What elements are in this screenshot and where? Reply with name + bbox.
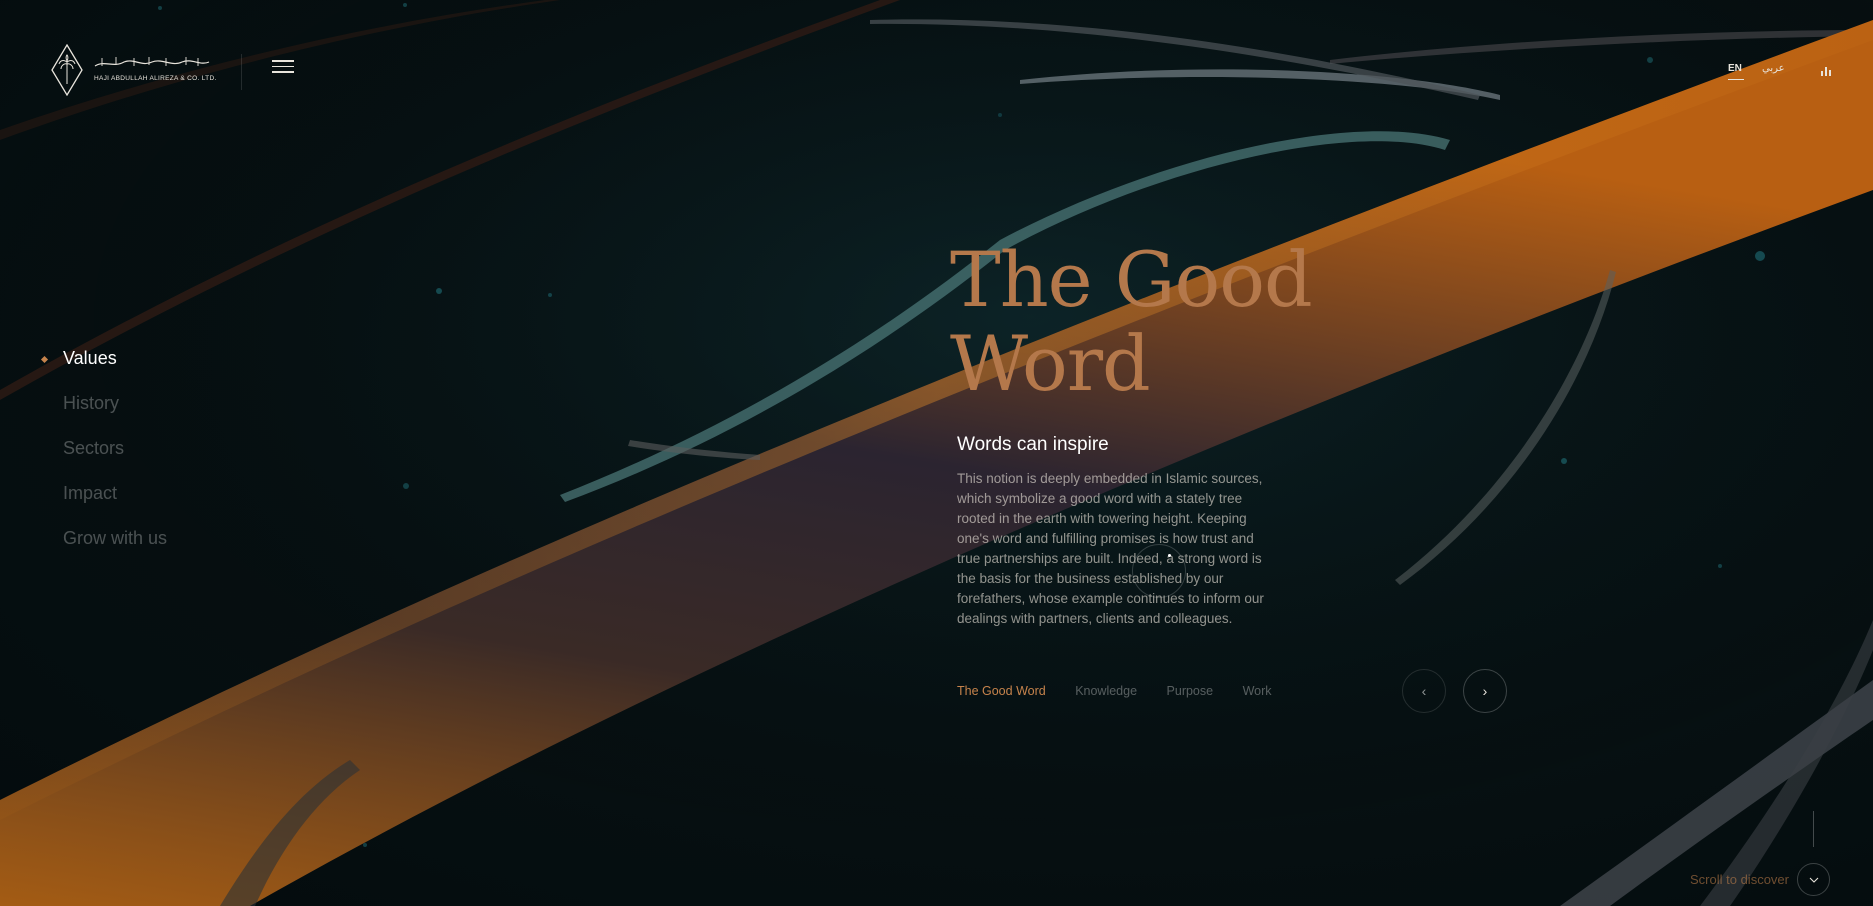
- slide-tab-work[interactable]: Work: [1243, 684, 1272, 698]
- side-nav-label: Grow with us: [63, 528, 168, 548]
- side-nav-label: Values: [63, 348, 117, 368]
- slide-title-line-2: Word: [950, 319, 1151, 408]
- side-nav-label: History: [63, 393, 120, 413]
- chevron-right-icon: ›: [1482, 683, 1488, 699]
- chevron-left-icon: ‹: [1421, 683, 1427, 699]
- slide-body-text: This notion is deeply embedded in Islami…: [957, 471, 1264, 626]
- side-nav-item-impact[interactable]: Impact: [40, 483, 167, 528]
- active-diamond-icon: [40, 355, 49, 364]
- previous-slide-button[interactable]: ‹: [1402, 669, 1446, 713]
- language-ar-link[interactable]: عربي: [1762, 63, 1785, 74]
- slide-tab-purpose[interactable]: Purpose: [1167, 684, 1214, 698]
- arabic-calligraphy-wordmark: [94, 57, 210, 67]
- language-en-link[interactable]: EN: [1728, 63, 1744, 80]
- chevron-down-icon: [1809, 877, 1818, 883]
- scroll-down-button[interactable]: [1797, 863, 1830, 896]
- slide-title-line-1: The Good: [950, 235, 1313, 324]
- section-side-nav: Values History Sectors Impact Grow with …: [40, 348, 167, 573]
- scroll-indicator-line: [1813, 811, 1814, 847]
- scroll-to-discover-label: Scroll to discover: [1690, 872, 1789, 887]
- sound-bars-icon[interactable]: [1821, 66, 1831, 76]
- slide-tabs: The Good Word Knowledge Purpose Work: [957, 684, 1298, 698]
- side-nav-item-grow-with-us[interactable]: Grow with us: [40, 528, 167, 573]
- slide-tab-the-good-word[interactable]: The Good Word: [957, 684, 1046, 698]
- palm-diamond-logo-icon: [51, 44, 83, 96]
- header-divider: [241, 54, 242, 90]
- company-name: HAJI ABDULLAH ALIREZA & CO. LTD.: [94, 75, 217, 82]
- side-nav-item-sectors[interactable]: Sectors: [40, 438, 167, 483]
- slide-tab-knowledge[interactable]: Knowledge: [1075, 684, 1137, 698]
- next-slide-button[interactable]: ›: [1463, 669, 1507, 713]
- side-nav-label: Impact: [63, 483, 118, 503]
- cursor-dot: [1168, 554, 1171, 557]
- side-nav-item-values[interactable]: Values: [40, 348, 167, 393]
- side-nav-item-history[interactable]: History: [40, 393, 167, 438]
- cursor-ring: [1132, 544, 1186, 598]
- slide-title: The Good Word: [950, 235, 1313, 408]
- hamburger-menu-icon[interactable]: [272, 60, 294, 76]
- side-nav-label: Sectors: [63, 438, 125, 458]
- company-logo[interactable]: HAJI ABDULLAH ALIREZA & CO. LTD.: [50, 44, 216, 96]
- site-header: HAJI ABDULLAH ALIREZA & CO. LTD. EN عربي: [0, 0, 1873, 140]
- slide-subtitle: Words can inspire: [957, 434, 1109, 455]
